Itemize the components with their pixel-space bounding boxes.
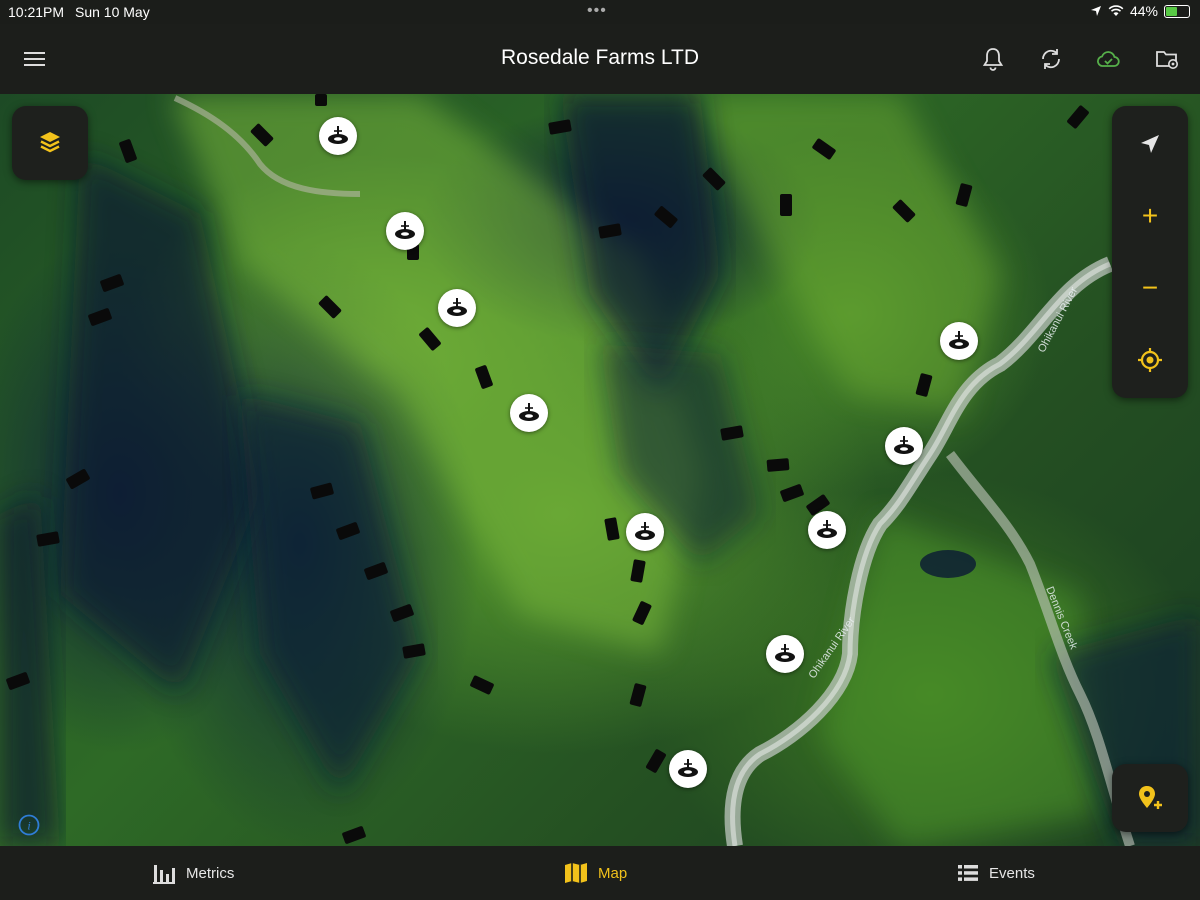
zoom-in-label: + [1141,200,1159,231]
bell-icon[interactable] [980,46,1006,72]
center-pivot-icon [635,522,655,540]
wifi-icon [1108,5,1124,16]
status-bar: 10:21PM Sun 10 May ••• 44% [0,0,1200,24]
status-right: 44% [1090,3,1190,19]
tab-events-label: Events [989,864,1035,882]
tab-map[interactable]: Map [564,846,627,900]
info-label: i [27,819,30,833]
sensor-marker[interactable] [315,94,327,106]
center-pivot-icon [328,126,348,144]
map-view[interactable]: Ohikanui River Ohikanui River Dennis Cre… [0,94,1200,846]
center-pivot-icon [817,520,837,538]
info-button[interactable]: i [18,814,40,836]
navigation-arrow-icon [1141,135,1159,153]
list-icon [958,865,978,881]
pivot-marker[interactable] [885,427,923,465]
app-header: Rosedale Farms LTD [0,24,1200,94]
add-location-button[interactable] [1112,764,1188,832]
sync-icon[interactable] [1038,46,1064,72]
status-date: Sun 10 May [75,4,150,20]
tab-metrics[interactable]: Metrics [152,846,234,900]
zoom-out-button[interactable]: − [1112,252,1188,324]
pivot-marker[interactable] [386,212,424,250]
zoom-out-label: − [1141,272,1159,303]
center-pivot-icon [894,436,914,454]
locate-me-button[interactable] [1112,324,1188,396]
folder-settings-icon[interactable] [1154,46,1180,72]
add-location-pin-icon [1139,786,1162,809]
tab-bar: Metrics Map Events [0,846,1200,900]
page-title: Rosedale Farms LTD [500,46,699,69]
center-pivot-icon [519,403,539,421]
pivot-marker[interactable] [319,117,357,155]
info-icon: i [18,814,40,836]
pivot-marker[interactable] [766,635,804,673]
pivot-marker[interactable] [808,511,846,549]
pivot-marker[interactable] [940,322,978,360]
center-pivot-icon [949,331,969,349]
multitasking-dots-icon[interactable]: ••• [587,2,607,20]
center-pivot-icon [775,644,795,662]
battery-icon [1164,4,1190,18]
sensor-marker[interactable] [780,194,792,216]
navigate-button[interactable] [1112,108,1188,180]
sensor-marker[interactable] [766,458,790,472]
pivot-marker[interactable] [626,513,664,551]
tab-events[interactable]: Events [957,846,1035,900]
layers-button[interactable] [12,106,88,180]
map-icon [565,863,587,883]
zoom-in-button[interactable]: + [1112,180,1188,252]
battery-percent: 44% [1129,3,1158,19]
cloud-check-icon[interactable] [1095,46,1121,72]
tab-metrics-label: Metrics [186,864,235,882]
map-controls-panel: + − [1112,106,1188,398]
satellite-terrain [0,94,1200,846]
tab-map-label: Map [598,864,628,882]
center-pivot-icon [395,221,415,239]
center-pivot-icon [447,298,467,316]
crosshair-icon [1138,348,1162,372]
bar-chart-icon [153,865,175,884]
pivot-marker[interactable] [510,394,548,432]
center-pivot-icon [678,759,698,777]
layers-icon [40,132,60,153]
location-arrow-icon [1090,6,1101,16]
status-time: 10:21PM [8,4,65,20]
pivot-marker[interactable] [669,750,707,788]
pivot-marker[interactable] [438,289,476,327]
battery-fill [1166,6,1177,16]
